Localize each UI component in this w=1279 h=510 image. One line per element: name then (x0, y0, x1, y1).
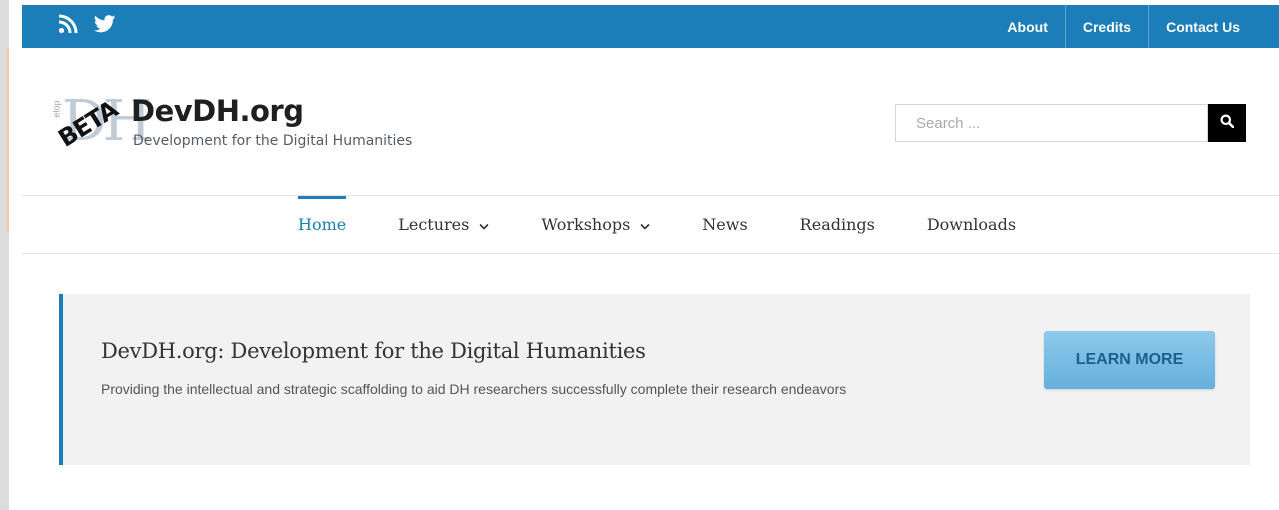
nav-item-lectures[interactable]: Lectures (372, 196, 515, 253)
credits-link[interactable]: Credits (1064, 5, 1148, 48)
top-links: About Credits Contact Us (990, 5, 1257, 48)
learn-more-button[interactable]: LEARN MORE (1044, 331, 1215, 389)
site-logo[interactable]: DH elop BETA DevDH.org Development for t… (51, 88, 454, 158)
nav-item-label: News (702, 215, 748, 234)
promo-subtitle: Providing the intellectual and strategic… (101, 381, 847, 397)
top-bar: About Credits Contact Us (22, 5, 1279, 48)
social-links (58, 11, 116, 37)
search-icon (1220, 114, 1235, 133)
about-link[interactable]: About (990, 5, 1064, 48)
promo-box: DevDH.org: Development for the Digital H… (59, 294, 1250, 465)
nav-item-label: Lectures (398, 215, 470, 234)
twitter-icon[interactable] (94, 15, 116, 33)
page: About Credits Contact Us DH elop BETA De… (22, 0, 1279, 510)
search-form (895, 104, 1246, 142)
logo-small-text: elop (51, 100, 62, 118)
rss-icon[interactable] (58, 14, 78, 34)
nav-item-home[interactable]: Home (272, 196, 372, 253)
nav-item-downloads[interactable]: Downloads (901, 196, 1042, 253)
nav-item-label: Readings (799, 215, 875, 234)
nav-item-readings[interactable]: Readings (774, 196, 901, 253)
contact-us-link[interactable]: Contact Us (1148, 5, 1257, 48)
nav-divider-bottom (22, 253, 1279, 254)
nav-item-label: Home (298, 215, 347, 234)
nav-item-label: Downloads (926, 215, 1017, 234)
site-title: DevDH.org (131, 94, 304, 128)
main-nav: Home Lectures Workshops News Readings Do… (272, 196, 1042, 253)
search-button[interactable] (1208, 104, 1246, 142)
promo-title: DevDH.org: Development for the Digital H… (101, 339, 646, 363)
search-input[interactable] (895, 104, 1208, 142)
nav-item-workshops[interactable]: Workshops (515, 196, 676, 253)
nav-item-label: Workshops (541, 215, 631, 234)
chevron-down-icon (640, 215, 650, 234)
nav-item-news[interactable]: News (676, 196, 773, 253)
site-tagline: Development for the Digital Humanities (133, 133, 413, 149)
left-border-accent (7, 48, 9, 233)
chevron-down-icon (479, 215, 489, 234)
